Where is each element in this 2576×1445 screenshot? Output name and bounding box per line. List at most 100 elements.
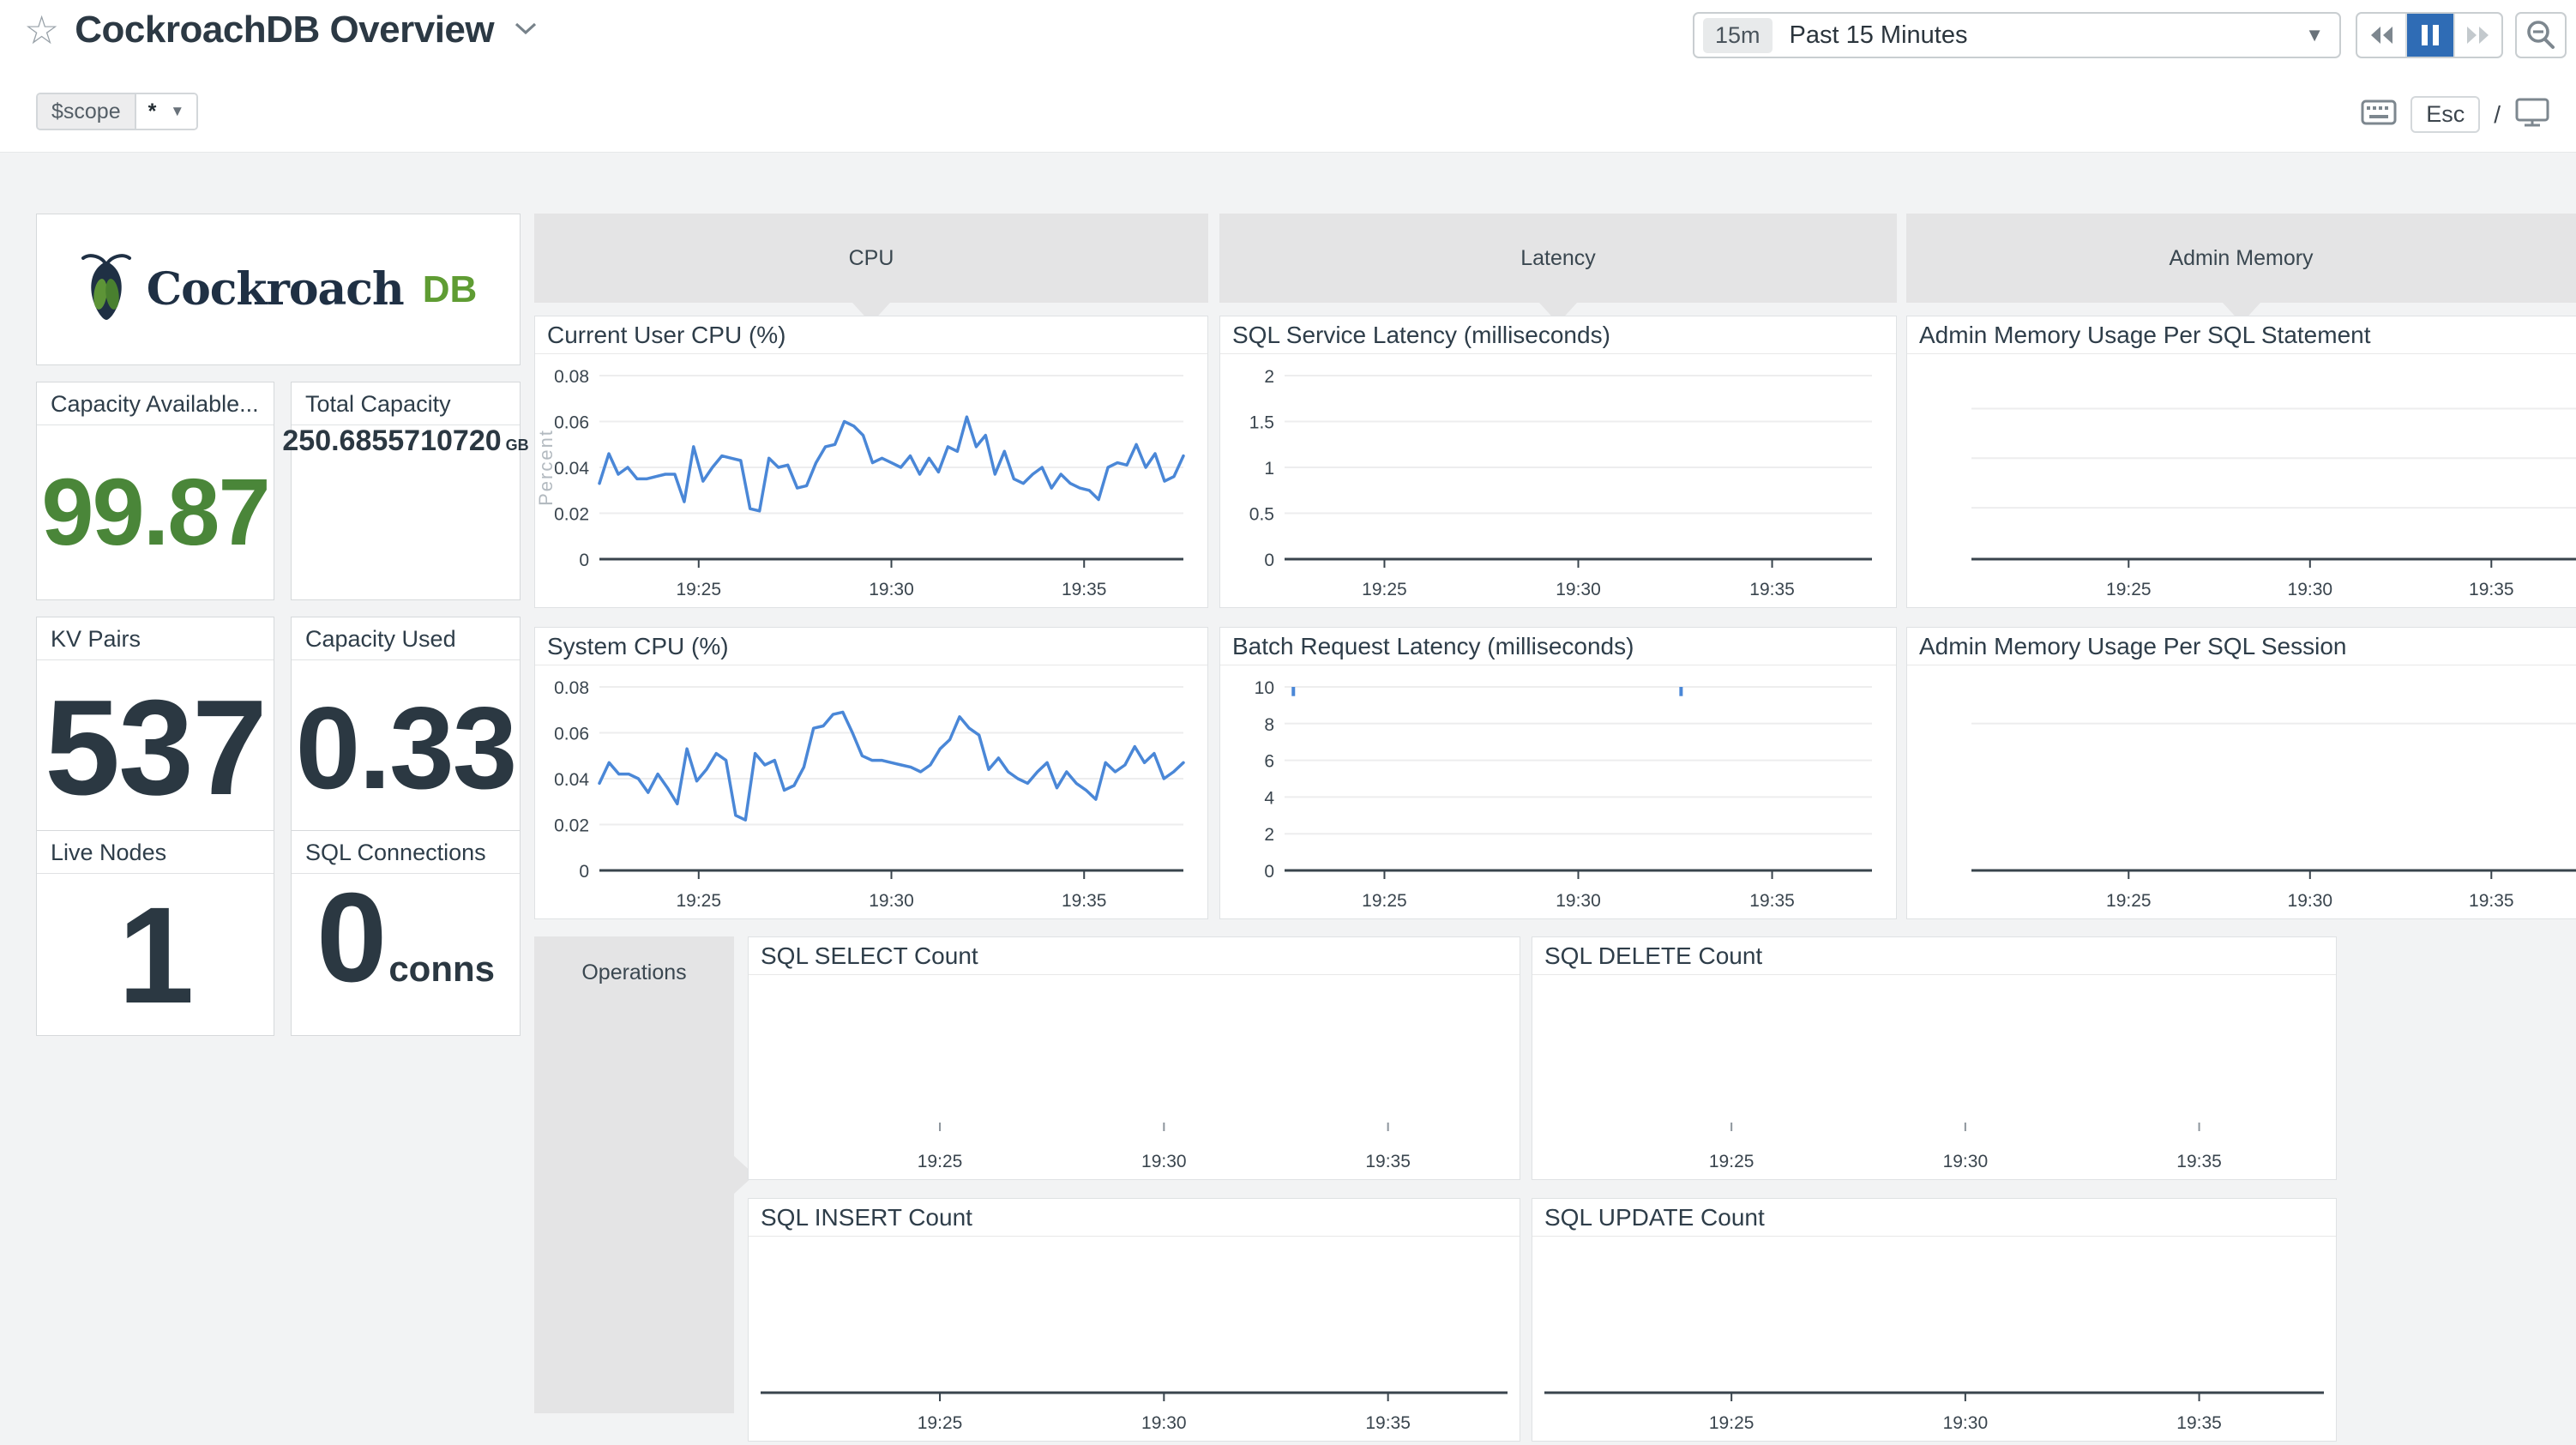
slash-separator: / bbox=[2494, 101, 2501, 129]
scope-value: *▼ bbox=[136, 94, 197, 129]
stat-title: Capacity Used bbox=[292, 617, 520, 660]
svg-text:19:35: 19:35 bbox=[2176, 1152, 2222, 1171]
stat-title: Live Nodes bbox=[37, 831, 274, 874]
chart-canvas: 19:2519:3019:35 bbox=[749, 1237, 1520, 1441]
svg-text:19:35: 19:35 bbox=[2469, 891, 2514, 911]
zoom-out-button[interactable] bbox=[2515, 12, 2567, 58]
time-range-selector[interactable]: 15m Past 15 Minutes ▼ bbox=[1693, 12, 2341, 58]
favorite-star-icon[interactable]: ☆ bbox=[24, 10, 59, 50]
stat-capacity-used[interactable]: Capacity Used 0.33 bbox=[291, 617, 521, 835]
svg-text:19:25: 19:25 bbox=[1709, 1152, 1754, 1171]
svg-text:0: 0 bbox=[579, 551, 589, 570]
chart-canvas: 108642019:2519:3019:35 bbox=[1220, 666, 1896, 918]
chart-sql-service-latency[interactable]: SQL Service Latency (milliseconds) 21.51… bbox=[1219, 316, 1897, 608]
stat-unit: GB bbox=[506, 437, 529, 455]
stat-sql-connections[interactable]: SQL Connections 0conns bbox=[291, 830, 521, 1036]
group-header-latency: Latency bbox=[1219, 214, 1897, 303]
time-range-caret-icon: ▼ bbox=[2305, 24, 2324, 46]
chart-batch-request-latency[interactable]: Batch Request Latency (milliseconds) 10 8… bbox=[1219, 627, 1897, 919]
stat-title: KV Pairs bbox=[37, 617, 274, 660]
svg-text:19:25: 19:25 bbox=[1362, 891, 1407, 911]
chart-system-cpu[interactable]: System CPU (%) 0.080.060.040.02019:2519:… bbox=[534, 627, 1208, 919]
template-variable-scope[interactable]: $scope *▼ bbox=[36, 93, 198, 130]
stat-title: Capacity Available... bbox=[37, 382, 274, 425]
chart-title: Batch Request Latency (milliseconds) bbox=[1220, 628, 1896, 665]
group-label: Latency bbox=[1520, 246, 1596, 271]
keyboard-icon[interactable] bbox=[2361, 98, 2397, 131]
stat-value: 0 bbox=[316, 875, 385, 1002]
stat-unit: conns bbox=[388, 948, 495, 990]
chart-canvas: 19:25 19:30 19:35 bbox=[1532, 976, 2336, 1179]
svg-text:1.5: 1.5 bbox=[1249, 413, 1274, 433]
fullscreen-monitor-icon[interactable] bbox=[2514, 96, 2550, 133]
svg-text:0: 0 bbox=[1264, 551, 1274, 570]
svg-text:0.5: 0.5 bbox=[1249, 505, 1274, 525]
chart-current-user-cpu[interactable]: Current User CPU (%) 0.080.060.040.02019… bbox=[534, 316, 1208, 608]
svg-text:0.08: 0.08 bbox=[554, 367, 589, 387]
svg-text:19:25: 19:25 bbox=[676, 580, 721, 599]
svg-text:19:35: 19:35 bbox=[1365, 1413, 1411, 1433]
svg-text:1: 1 bbox=[1264, 459, 1274, 479]
svg-text:6: 6 bbox=[1264, 752, 1274, 772]
stat-value: 0.33 bbox=[296, 689, 516, 806]
playback-controls bbox=[2356, 12, 2503, 58]
chart-sql-select-count[interactable]: SQL SELECT Count 19:2519:3019:35 bbox=[748, 936, 1520, 1180]
chart-title: SQL DELETE Count bbox=[1532, 937, 2336, 975]
title-chevron-down-icon[interactable] bbox=[513, 21, 539, 40]
scope-value-text: * bbox=[148, 99, 157, 124]
stat-title: Total Capacity bbox=[292, 382, 520, 425]
chart-sql-delete-count[interactable]: SQL DELETE Count 19:25 19:30 19:35 bbox=[1532, 936, 2337, 1180]
stat-kv-pairs[interactable]: KV Pairs 537 bbox=[36, 617, 274, 835]
time-range-badge: 15m bbox=[1703, 18, 1773, 53]
svg-text:8: 8 bbox=[1264, 715, 1274, 735]
cockroachdb-logo-widget[interactable]: CockroachDB bbox=[36, 214, 521, 365]
svg-text:19:25: 19:25 bbox=[918, 1413, 963, 1433]
svg-text:10: 10 bbox=[1255, 678, 1274, 698]
svg-text:19:30: 19:30 bbox=[869, 580, 914, 599]
svg-text:0.08: 0.08 bbox=[554, 678, 589, 698]
group-header-cpu: CPU bbox=[534, 214, 1208, 303]
svg-text:19:35: 19:35 bbox=[1062, 891, 1107, 911]
svg-text:19:30: 19:30 bbox=[1943, 1152, 1989, 1171]
svg-text:19:35: 19:35 bbox=[1365, 1152, 1411, 1171]
stat-total-capacity[interactable]: Total Capacity 250.6855710720GB bbox=[291, 382, 521, 600]
stat-capacity-available[interactable]: Capacity Available... 99.87 bbox=[36, 382, 274, 600]
group-header-operations: Operations bbox=[534, 936, 734, 1413]
svg-text:19:30: 19:30 bbox=[1556, 891, 1601, 911]
svg-text:19:25: 19:25 bbox=[1709, 1413, 1754, 1433]
chart-canvas: 19:2519:3019:35 bbox=[1532, 1237, 2336, 1441]
cockroachdb-bug-icon bbox=[80, 253, 133, 326]
chart-sql-update-count[interactable]: SQL UPDATE Count 19:2519:3019:35 bbox=[1532, 1198, 2337, 1442]
logo-wordmark: Cockroach bbox=[147, 263, 404, 316]
chart-admin-memory-session[interactable]: Admin Memory Usage Per SQL Session 19:25… bbox=[1906, 627, 2576, 919]
chart-canvas: 19:2519:3019:35 bbox=[1907, 355, 2576, 607]
chart-title: SQL Service Latency (milliseconds) bbox=[1220, 316, 1896, 354]
chart-sql-insert-count[interactable]: SQL INSERT Count 19:2519:3019:35 bbox=[748, 1198, 1520, 1442]
pause-button[interactable] bbox=[2405, 14, 2453, 57]
chart-title: Admin Memory Usage Per SQL Statement bbox=[1907, 316, 2576, 354]
stat-live-nodes[interactable]: Live Nodes 1 bbox=[36, 830, 274, 1036]
svg-text:19:30: 19:30 bbox=[2288, 891, 2333, 911]
svg-text:0: 0 bbox=[1264, 862, 1274, 882]
chart-title: SQL SELECT Count bbox=[749, 937, 1520, 975]
scope-label: $scope bbox=[38, 94, 136, 129]
svg-text:0.04: 0.04 bbox=[554, 770, 589, 790]
time-range-label: Past 15 Minutes bbox=[1790, 21, 2306, 50]
chart-canvas: 19:2519:3019:35 bbox=[749, 976, 1520, 1179]
svg-text:19:25: 19:25 bbox=[918, 1152, 963, 1171]
svg-text:19:35: 19:35 bbox=[1062, 580, 1107, 599]
svg-text:19:30: 19:30 bbox=[1943, 1413, 1989, 1433]
esc-key[interactable]: Esc bbox=[2410, 96, 2480, 133]
svg-text:0.06: 0.06 bbox=[554, 725, 589, 744]
svg-text:0.04: 0.04 bbox=[554, 459, 589, 479]
stat-value: 1 bbox=[118, 887, 193, 1024]
svg-text:0.06: 0.06 bbox=[554, 413, 589, 433]
top-header: ☆ CockroachDB Overview 15m Past 15 Minut… bbox=[0, 0, 2576, 153]
group-header-admin-memory: Admin Memory bbox=[1906, 214, 2576, 303]
svg-text:0.02: 0.02 bbox=[554, 505, 589, 525]
fast-forward-button[interactable] bbox=[2453, 14, 2501, 57]
chart-admin-memory-statement[interactable]: Admin Memory Usage Per SQL Statement 19:… bbox=[1906, 316, 2576, 608]
rewind-button[interactable] bbox=[2357, 14, 2405, 57]
group-label: Admin Memory bbox=[2169, 246, 2313, 271]
svg-text:19:30: 19:30 bbox=[1556, 580, 1601, 599]
